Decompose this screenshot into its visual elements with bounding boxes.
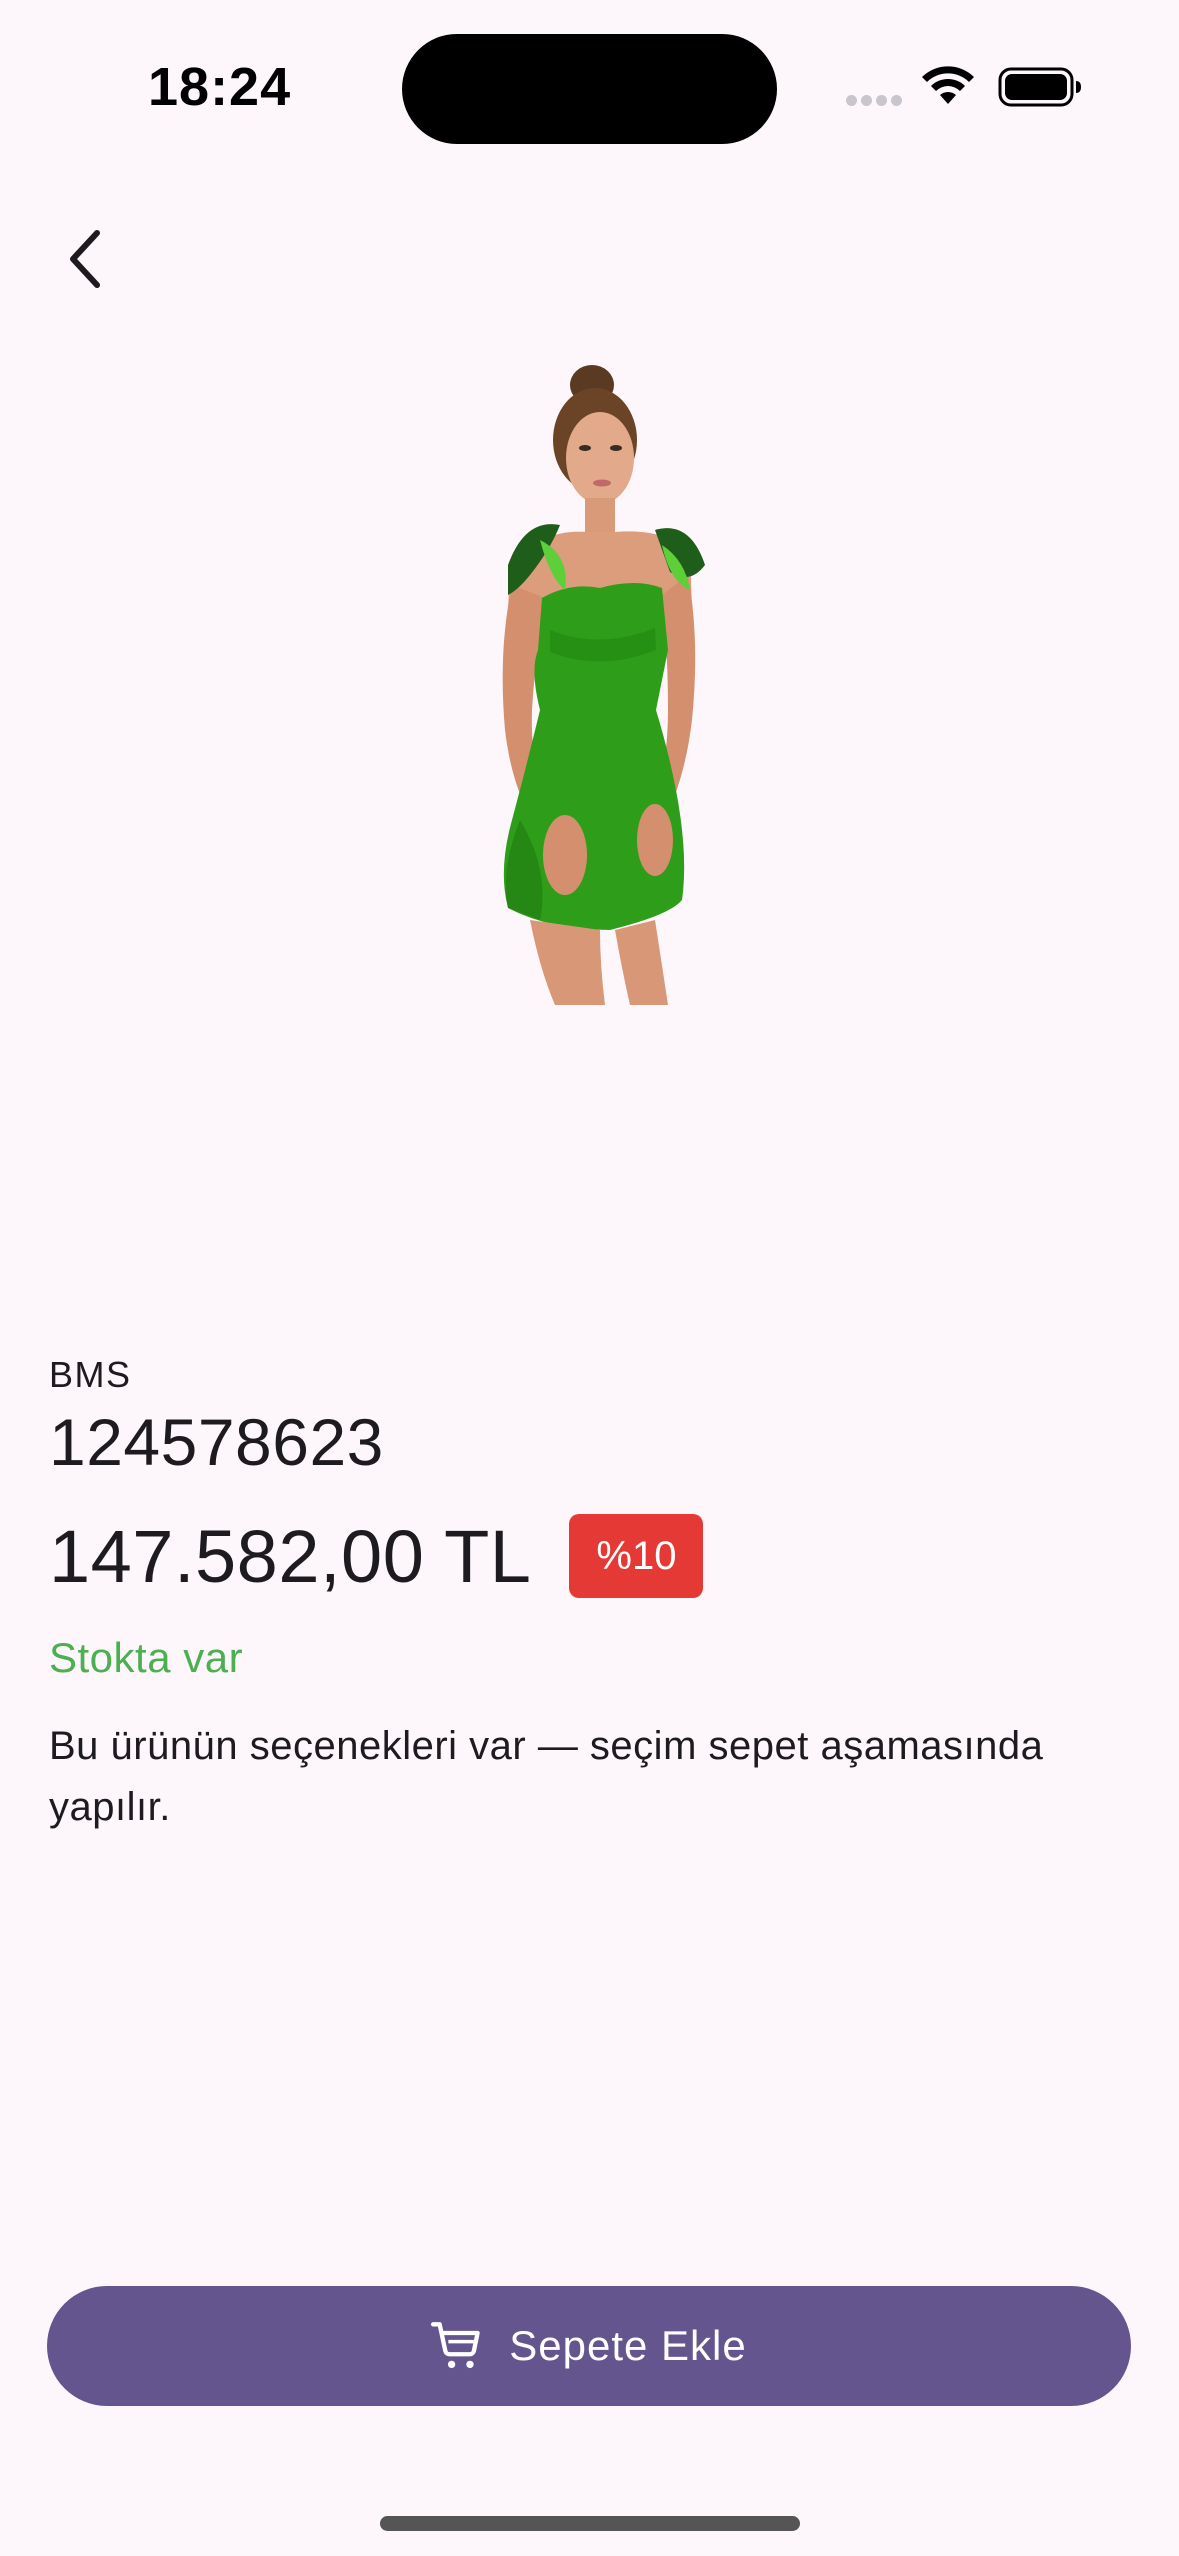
back-button[interactable] [40, 214, 130, 304]
add-to-cart-label: Sepete Ekle [509, 2322, 747, 2369]
status-bar: 18:24 [0, 0, 1179, 170]
product-price: 147.582,00 TL [49, 1514, 532, 1598]
discount-badge: %10 [569, 1514, 704, 1598]
price-row: 147.582,00 TL %10 [49, 1510, 704, 1602]
dynamic-island [402, 34, 777, 144]
product-brand: BMS [49, 1354, 132, 1395]
product-title: 124578623 [49, 1405, 384, 1479]
chevron-left-icon [70, 230, 100, 288]
wifi-icon [922, 66, 974, 104]
product-detail-screen: 18:24 BMS 124578623 147.582,00 TL %10 St… [0, 0, 1179, 2556]
product-image [502, 365, 705, 1005]
status-time: 18:24 [148, 57, 292, 117]
stock-status: Stokta var [49, 1634, 244, 1681]
add-to-cart-button[interactable]: Sepete Ekle [47, 2286, 1131, 2406]
options-note: Bu ürünün seçenekleri var — seçim sepet … [49, 1724, 1044, 1829]
battery-icon [998, 67, 1081, 107]
cellular-signal-icon [846, 95, 904, 107]
home-indicator[interactable] [380, 2516, 800, 2531]
cart-icon [431, 2322, 480, 2369]
